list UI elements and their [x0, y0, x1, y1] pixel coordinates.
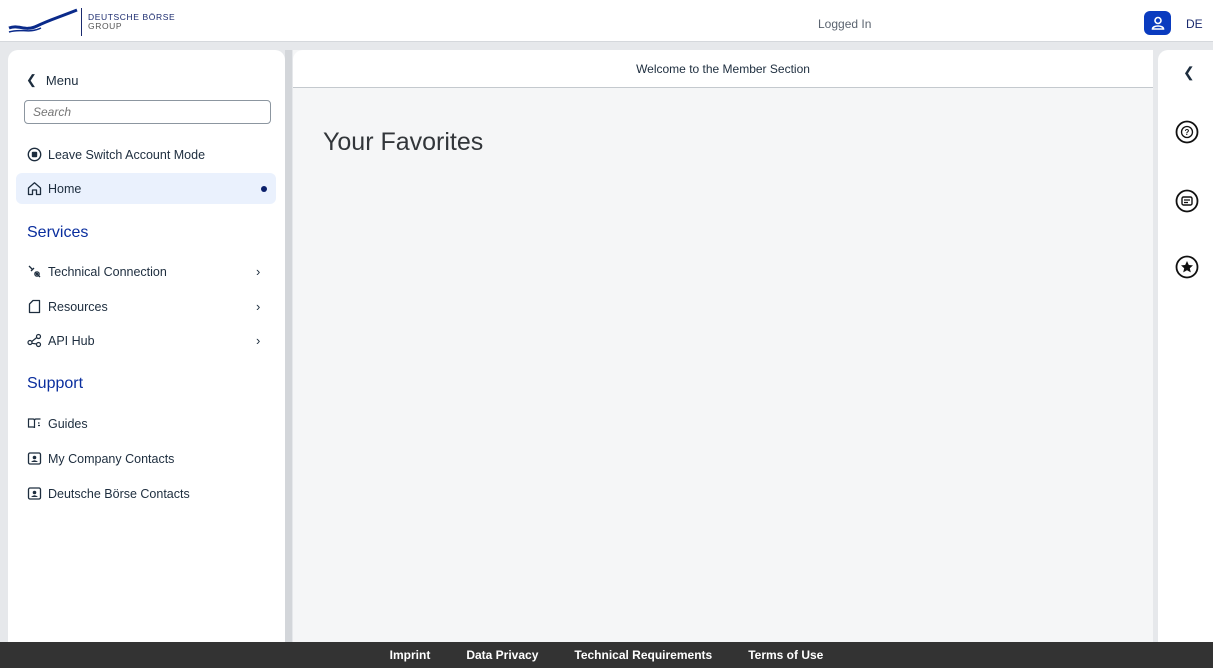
brand-wave-icon [8, 8, 78, 33]
sidebar-item-deutsche-boerse-contacts[interactable]: Deutsche Börse Contacts [16, 478, 276, 509]
footer-link-technical-requirements[interactable]: Technical Requirements [574, 648, 712, 662]
home-icon [26, 181, 42, 197]
help-button[interactable]: ? [1175, 120, 1199, 144]
menu-label: Menu [45, 72, 79, 88]
deutsche-boerse-contacts-label: Deutsche Börse Contacts [48, 486, 190, 501]
brand-logo[interactable]: DEUTSCHE BÖRSE GROUP [7, 6, 197, 38]
sidebar-item-guides[interactable]: Guides [16, 408, 276, 439]
sidebar-item-technical-connection[interactable]: Technical Connection › [16, 256, 276, 287]
login-status: Logged In [818, 17, 872, 31]
technical-connection-icon [26, 264, 42, 280]
technical-connection-label: Technical Connection [48, 264, 167, 279]
chevron-right-icon: › [256, 333, 261, 348]
logo-divider [81, 8, 82, 36]
contact-card-icon [26, 486, 42, 502]
main-header-bar: Welcome to the Member Section [293, 50, 1153, 88]
services-heading: Services [27, 224, 89, 241]
help-icon: ? [1175, 120, 1199, 144]
chevron-left-icon: ❮ [1183, 64, 1195, 80]
welcome-title: Welcome to the Member Section [636, 61, 810, 76]
favorites-star-icon [1175, 255, 1199, 279]
footer-link-data-privacy[interactable]: Data Privacy [466, 648, 538, 662]
sidebar-item-resources[interactable]: Resources › [16, 291, 276, 322]
svg-text:?: ? [1185, 128, 1190, 137]
home-label: Home [48, 181, 82, 196]
stop-circle-icon [26, 147, 42, 163]
collapse-rail-button[interactable]: ❮ [1183, 64, 1195, 81]
page-title: Your Favorites [323, 128, 484, 156]
chevron-right-icon: › [256, 299, 261, 314]
guides-label: Guides [48, 416, 88, 431]
page-footer: Imprint Data Privacy Technical Requireme… [0, 642, 1213, 668]
search-input[interactable] [24, 100, 271, 124]
chevron-left-icon: ❮ [26, 72, 37, 87]
sidebar-item-home[interactable]: Home [16, 173, 276, 204]
leave-switch-label: Leave Switch Account Mode [48, 147, 206, 162]
brand-line2: GROUP [88, 21, 123, 31]
guide-book-icon [26, 416, 42, 432]
api-hub-label: API Hub [48, 333, 95, 348]
document-icon [26, 299, 42, 315]
sidebar-scrollbar[interactable] [285, 50, 292, 642]
share-network-icon [26, 333, 42, 349]
resources-label: Resources [48, 299, 108, 314]
sidebar-item-my-company-contacts[interactable]: My Company Contacts [16, 443, 276, 474]
favorites-button[interactable] [1175, 255, 1199, 279]
footer-link-imprint[interactable]: Imprint [390, 648, 431, 662]
brand-wordmark: DEUTSCHE BÖRSE GROUP [88, 12, 175, 32]
feedback-button[interactable] [1175, 189, 1199, 213]
contact-card-icon [26, 451, 42, 467]
active-indicator-dot [261, 185, 267, 192]
leave-switch-account-item[interactable]: Leave Switch Account Mode [16, 139, 276, 170]
chevron-right-icon: › [256, 264, 261, 279]
language-switch[interactable]: DE [1186, 17, 1203, 31]
sidebar-item-api-hub[interactable]: API Hub › [16, 325, 276, 356]
support-heading: Support [27, 375, 84, 392]
feedback-icon [1175, 189, 1199, 213]
menu-back-button[interactable]: ❮ Menu [26, 72, 78, 88]
user-avatar-button[interactable] [1144, 11, 1171, 35]
top-header: DEUTSCHE BÖRSE GROUP Logged In DE [0, 0, 1213, 42]
footer-link-terms-of-use[interactable]: Terms of Use [748, 648, 823, 662]
my-company-contacts-label: My Company Contacts [48, 451, 175, 466]
user-icon [1151, 16, 1164, 30]
